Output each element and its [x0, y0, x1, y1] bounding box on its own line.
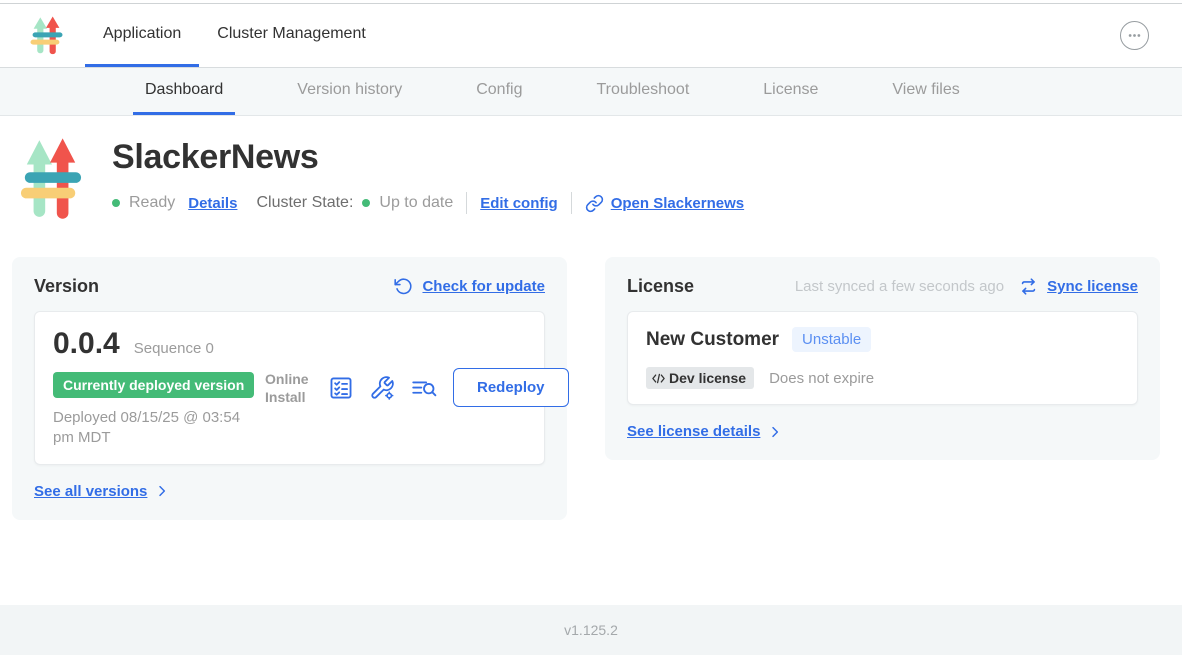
license-type-badge: Dev license — [646, 367, 754, 389]
dashboard-cards: Version Check for update 0.0.4 Sequ — [0, 224, 1182, 520]
sync-icon — [1019, 277, 1038, 296]
cluster-state-value: Up to date — [379, 194, 453, 212]
version-sequence: Sequence 0 — [134, 340, 214, 357]
chevron-right-icon — [767, 424, 783, 440]
overflow-menu-button[interactable] — [1120, 21, 1149, 50]
subnav-version-history[interactable]: Version history — [285, 68, 414, 115]
tab-cluster-management-label: Cluster Management — [217, 25, 366, 43]
app-status-row: Ready Details Cluster State: Up to date … — [112, 192, 744, 214]
cluster-state-label: Cluster State: — [256, 194, 353, 212]
license-expiration: Does not expire — [769, 370, 874, 387]
sync-license-link[interactable]: Sync license — [1047, 278, 1138, 295]
see-all-versions-link[interactable]: See all versions — [34, 483, 147, 500]
version-card-title: Version — [34, 276, 99, 297]
app-title: SlackerNews — [112, 138, 744, 177]
check-for-update-link[interactable]: Check for update — [422, 278, 545, 295]
app-status-dot — [112, 199, 120, 207]
license-card-title: License — [627, 276, 694, 297]
tab-cluster-management[interactable]: Cluster Management — [199, 4, 384, 67]
replicated-app-logo-icon — [30, 16, 63, 56]
subnav-config[interactable]: Config — [464, 68, 534, 115]
edit-config-link[interactable]: Edit config — [480, 195, 558, 212]
redeploy-button[interactable]: Redeploy — [453, 368, 569, 407]
subnav-version-history-label: Version history — [297, 81, 402, 99]
subnav-license-label: License — [763, 81, 818, 99]
subnav-view-files-label: View files — [892, 81, 959, 99]
version-number: 0.0.4 — [53, 327, 120, 361]
subnav-dashboard[interactable]: Dashboard — [133, 68, 235, 115]
channel-badge: Unstable — [792, 327, 871, 352]
app-status-text: Ready — [129, 194, 175, 212]
dashboard-main: SlackerNews Ready Details Cluster State:… — [0, 116, 1182, 520]
chevron-right-icon — [154, 483, 170, 499]
subnav-troubleshoot[interactable]: Troubleshoot — [584, 68, 701, 115]
app-subnav: Dashboard Version history Config Trouble… — [0, 68, 1182, 116]
top-tabs: Application Cluster Management — [85, 4, 384, 67]
console-version: v1.125.2 — [564, 622, 618, 638]
edit-config-icon[interactable] — [369, 375, 395, 401]
status-details-link[interactable]: Details — [188, 195, 237, 212]
subnav-license[interactable]: License — [751, 68, 830, 115]
cluster-state-dot — [362, 199, 370, 207]
status-divider — [466, 192, 467, 214]
code-icon — [651, 372, 666, 385]
customer-name: New Customer — [646, 329, 779, 351]
license-card: License Last synced a few seconds ago Sy… — [605, 257, 1160, 460]
app-header: SlackerNews Ready Details Cluster State:… — [0, 116, 1182, 224]
subnav-dashboard-label: Dashboard — [145, 81, 223, 99]
see-license-details-link[interactable]: See license details — [627, 423, 760, 440]
tab-application[interactable]: Application — [85, 4, 199, 67]
deployed-timestamp: Deployed 08/15/25 @ 03:54 pm MDT — [53, 408, 265, 449]
open-app-link[interactable]: Open Slackernews — [611, 195, 744, 212]
ellipsis-icon — [1127, 28, 1142, 43]
console-footer: v1.125.2 — [0, 605, 1182, 655]
deployed-version-badge: Currently deployed version — [53, 372, 254, 398]
current-version-panel: 0.0.4 Sequence 0 Currently deployed vers… — [34, 311, 545, 465]
license-details-panel: New Customer Unstable Dev license — [627, 311, 1138, 405]
subnav-view-files[interactable]: View files — [880, 68, 971, 115]
top-navbar: Application Cluster Management — [0, 4, 1182, 68]
link-icon — [585, 194, 604, 213]
status-divider — [571, 192, 572, 214]
license-type-badge-label: Dev license — [669, 370, 746, 386]
tab-application-label: Application — [103, 25, 181, 43]
subnav-config-label: Config — [476, 81, 522, 99]
subnav-troubleshoot-label: Troubleshoot — [596, 81, 689, 99]
slackernews-logo-icon — [20, 136, 82, 224]
view-diff-icon[interactable] — [410, 375, 438, 401]
version-card: Version Check for update 0.0.4 Sequ — [12, 257, 567, 520]
last-synced-text: Last synced a few seconds ago — [795, 278, 1004, 295]
refresh-icon — [394, 277, 413, 296]
preflight-checks-icon[interactable] — [328, 375, 354, 401]
install-type-label: Online Install — [265, 370, 313, 406]
